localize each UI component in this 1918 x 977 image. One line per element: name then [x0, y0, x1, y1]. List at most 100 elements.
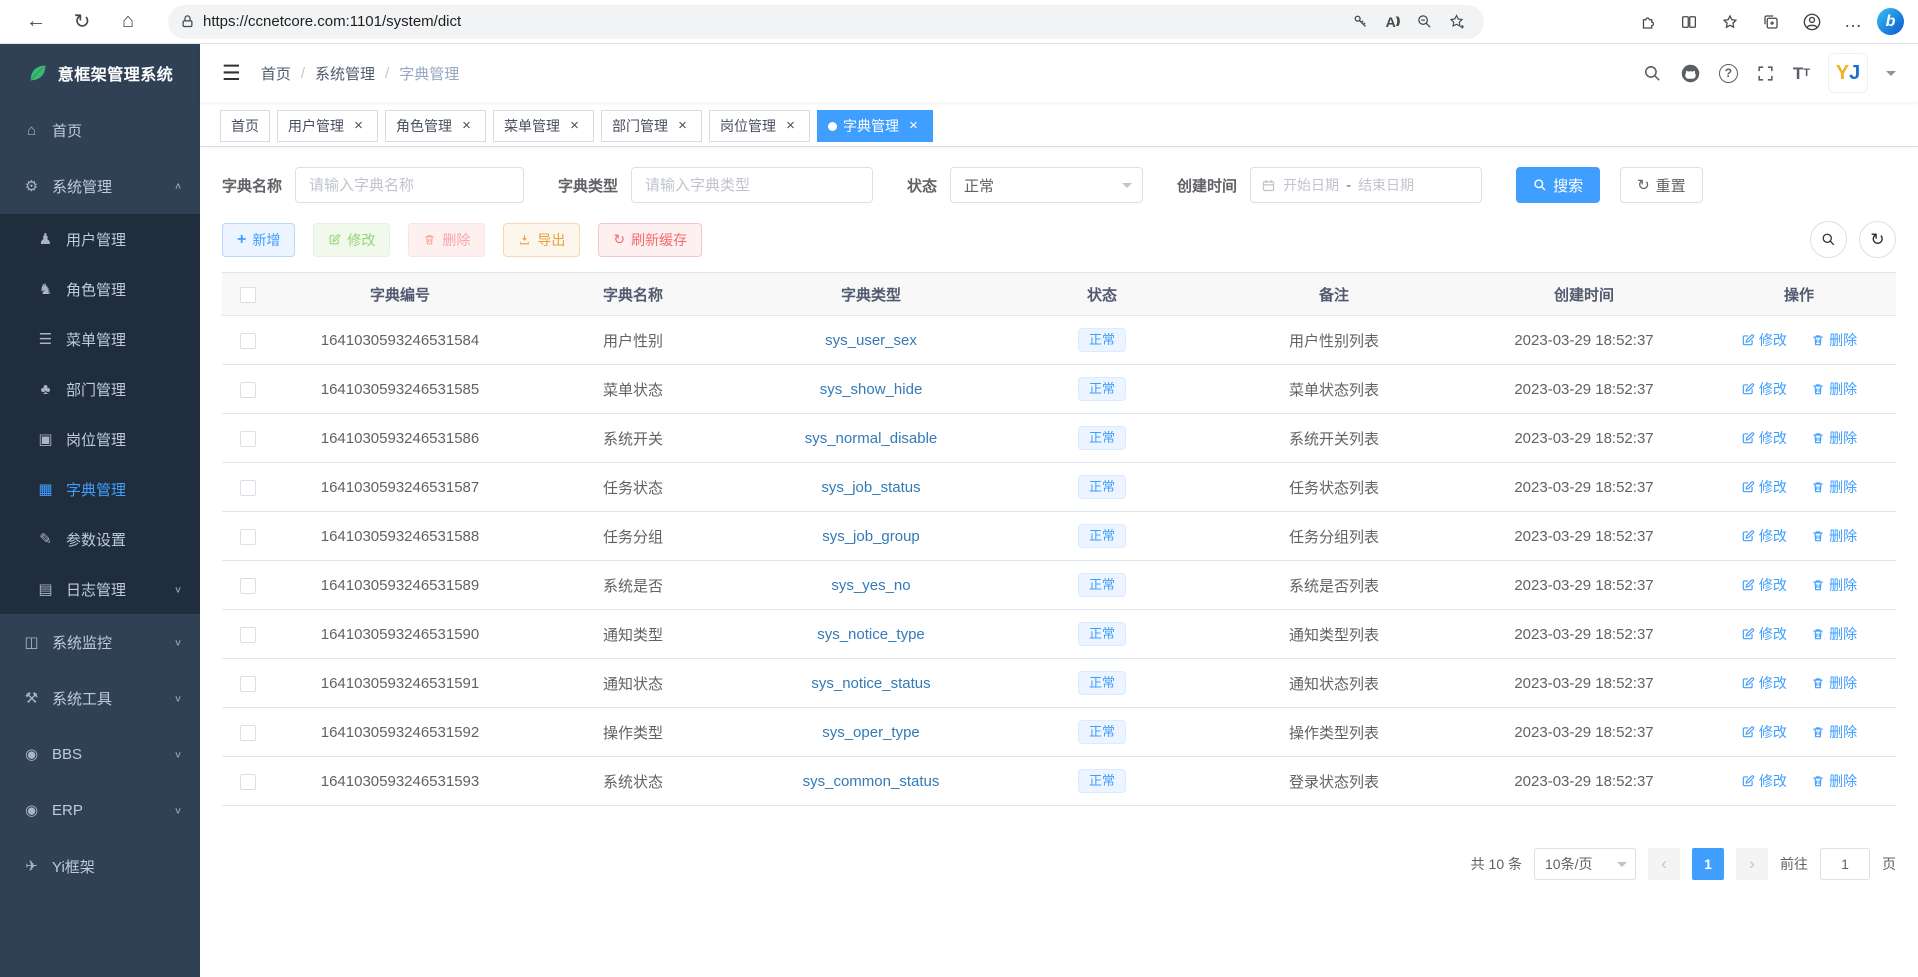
sidebar-item[interactable]: ◉ BBS ∨ [0, 726, 200, 782]
row-checkbox[interactable] [240, 382, 256, 398]
sidebar-item[interactable]: ⚙ 系统管理 ∨ [0, 158, 200, 214]
font-size-icon[interactable]: TT [1793, 65, 1810, 82]
sidebar-item[interactable]: ✎ 参数设置 [0, 514, 200, 564]
row-checkbox[interactable] [240, 676, 256, 692]
dict-type-link[interactable]: sys_notice_type [817, 626, 925, 643]
sidebar-item[interactable]: ▤ 日志管理 ∨ [0, 564, 200, 614]
row-edit-button[interactable]: 修改 [1741, 428, 1787, 448]
github-icon[interactable] [1680, 63, 1701, 84]
browser-refresh-button[interactable]: ↻ [62, 4, 102, 40]
breadcrumb-item[interactable]: 首页 [261, 63, 291, 84]
row-delete-button[interactable]: 删除 [1811, 526, 1857, 546]
row-checkbox[interactable] [240, 431, 256, 447]
goto-page-input[interactable] [1820, 848, 1870, 880]
next-page-button[interactable]: › [1736, 848, 1768, 880]
row-delete-button[interactable]: 删除 [1811, 477, 1857, 497]
more-options-icon[interactable]: … [1836, 6, 1870, 38]
date-range-picker[interactable]: 开始日期 - 结束日期 [1250, 167, 1482, 203]
status-select[interactable]: 正常 [950, 167, 1143, 203]
tab-item[interactable]: 角色管理 × [385, 110, 486, 142]
toggle-search-button[interactable] [1810, 221, 1847, 258]
bing-sidebar-icon[interactable]: b [1877, 8, 1904, 35]
tab-item[interactable]: 菜单管理 × [493, 110, 594, 142]
user-avatar[interactable]: YJ [1828, 53, 1868, 93]
dict-type-link[interactable]: sys_user_sex [825, 332, 917, 349]
sidebar-item[interactable]: ◫ 系统监控 ∨ [0, 614, 200, 670]
tab-close-icon[interactable]: × [782, 118, 799, 135]
row-edit-button[interactable]: 修改 [1741, 330, 1787, 350]
row-edit-button[interactable]: 修改 [1741, 379, 1787, 399]
page-size-select[interactable]: 10条/页 [1534, 848, 1636, 880]
tab-close-icon[interactable]: × [566, 118, 583, 135]
dict-name-input[interactable] [295, 167, 524, 203]
header-search-icon[interactable] [1643, 64, 1662, 83]
row-checkbox[interactable] [240, 529, 256, 545]
row-delete-button[interactable]: 删除 [1811, 624, 1857, 644]
dict-type-link[interactable]: sys_common_status [803, 773, 940, 790]
row-delete-button[interactable]: 删除 [1811, 673, 1857, 693]
address-bar[interactable]: https://ccnetcore.com:1101/system/dict A… [168, 5, 1484, 39]
row-checkbox[interactable] [240, 480, 256, 496]
sidebar-item[interactable]: ✈ Yi框架 [0, 838, 200, 894]
hamburger-menu-icon[interactable]: ☰ [212, 55, 251, 92]
search-button[interactable]: 搜索 [1516, 167, 1600, 203]
row-checkbox[interactable] [240, 627, 256, 643]
dict-type-link[interactable]: sys_oper_type [822, 724, 920, 741]
split-screen-icon[interactable] [1672, 6, 1706, 38]
tab-close-icon[interactable]: × [350, 118, 367, 135]
row-edit-button[interactable]: 修改 [1741, 624, 1787, 644]
dict-type-link[interactable]: sys_normal_disable [805, 430, 938, 447]
sidebar-item[interactable]: ⌂ 首页 [0, 102, 200, 158]
refresh-table-button[interactable]: ↻ [1859, 221, 1896, 258]
tab-close-icon[interactable]: × [458, 118, 475, 135]
tab-item[interactable]: 岗位管理 × [709, 110, 810, 142]
browser-back-button[interactable]: ← [16, 4, 56, 40]
select-all-checkbox[interactable] [240, 287, 256, 303]
dict-type-link[interactable]: sys_job_status [821, 479, 920, 496]
sidebar-item[interactable]: ⚒ 系统工具 ∨ [0, 670, 200, 726]
browser-home-button[interactable]: ⌂ [108, 4, 148, 40]
profile-avatar-icon[interactable] [1795, 6, 1829, 38]
row-edit-button[interactable]: 修改 [1741, 722, 1787, 742]
password-key-icon[interactable] [1344, 8, 1376, 36]
tab-item[interactable]: 字典管理 × [817, 110, 933, 142]
add-favorite-star-icon[interactable] [1440, 8, 1472, 36]
delete-button[interactable]: 删除 [408, 223, 485, 257]
dict-type-link[interactable]: sys_notice_status [811, 675, 930, 692]
row-delete-button[interactable]: 删除 [1811, 771, 1857, 791]
collections-icon[interactable] [1754, 6, 1788, 38]
dict-type-input[interactable] [631, 167, 873, 203]
edit-button[interactable]: 修改 [313, 223, 390, 257]
row-delete-button[interactable]: 删除 [1811, 722, 1857, 742]
row-delete-button[interactable]: 删除 [1811, 575, 1857, 595]
row-edit-button[interactable]: 修改 [1741, 477, 1787, 497]
read-aloud-icon[interactable]: A)) [1376, 8, 1408, 36]
breadcrumb-item[interactable]: 字典管理 [399, 63, 459, 84]
tab-item[interactable]: 用户管理 × [277, 110, 378, 142]
extensions-icon[interactable] [1631, 6, 1665, 38]
page-number-1[interactable]: 1 [1692, 848, 1724, 880]
tab-item[interactable]: 首页 × [220, 110, 270, 142]
row-delete-button[interactable]: 删除 [1811, 330, 1857, 350]
sidebar-item[interactable]: ◉ ERP ∨ [0, 782, 200, 838]
export-button[interactable]: 导出 [503, 223, 580, 257]
sidebar-logo[interactable]: 意框架管理系统 [0, 44, 200, 102]
zoom-out-icon[interactable] [1408, 8, 1440, 36]
help-question-icon[interactable]: ? [1719, 64, 1738, 83]
prev-page-button[interactable]: ‹ [1648, 848, 1680, 880]
sidebar-item[interactable]: ▦ 字典管理 [0, 464, 200, 514]
row-checkbox[interactable] [240, 774, 256, 790]
avatar-caret-down-icon[interactable] [1886, 71, 1896, 81]
sidebar-item[interactable]: ♟ 用户管理 [0, 214, 200, 264]
favorites-icon[interactable] [1713, 6, 1747, 38]
refresh-cache-button[interactable]: ↻ 刷新缓存 [598, 223, 702, 257]
sidebar-item[interactable]: ♣ 部门管理 [0, 364, 200, 414]
dict-type-link[interactable]: sys_yes_no [831, 577, 910, 594]
dict-type-link[interactable]: sys_job_group [822, 528, 920, 545]
tab-close-icon[interactable]: × [674, 118, 691, 135]
row-edit-button[interactable]: 修改 [1741, 575, 1787, 595]
fullscreen-icon[interactable] [1756, 64, 1775, 83]
dict-type-link[interactable]: sys_show_hide [820, 381, 923, 398]
row-checkbox[interactable] [240, 578, 256, 594]
add-button[interactable]: +新增 [222, 223, 295, 257]
